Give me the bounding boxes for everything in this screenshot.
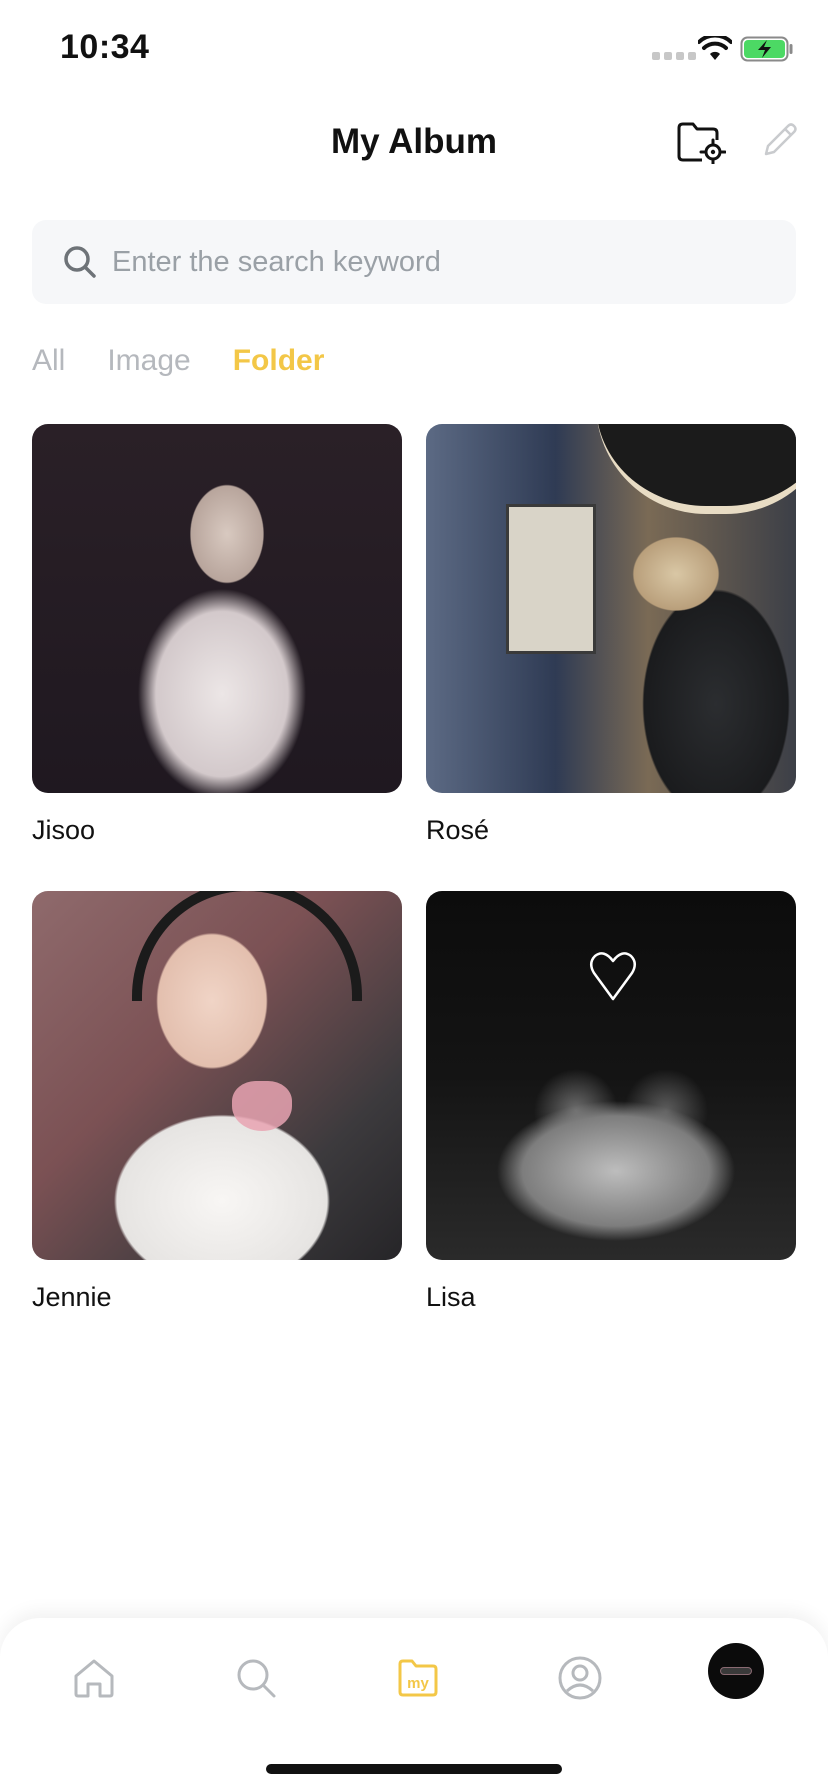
wifi-icon [698,36,732,60]
folder-card-jisoo[interactable]: Jisoo [32,424,402,846]
search-bar[interactable] [32,220,796,304]
thumbnail-detail [596,424,796,514]
status-bar: 10:34 [0,0,828,100]
folder-thumbnail[interactable] [32,891,402,1260]
thumbnail-detail [506,504,596,654]
folder-label: Jisoo [32,815,96,845]
avatar[interactable] [708,1643,764,1699]
search-icon [64,246,96,278]
edit-button[interactable] [760,120,804,164]
home-indicator [266,1764,562,1774]
thumbnail-detail [132,891,362,1001]
pencil-icon [764,123,797,156]
heart-icon [590,952,636,1001]
header: My Album [0,100,828,186]
folder-thumbnail[interactable] [32,424,402,793]
svg-text:my: my [407,1675,429,1692]
folder-card-rose[interactable]: Rosé [426,424,796,846]
battery-charging-icon [740,36,793,62]
nav-search[interactable] [226,1648,286,1708]
folder-gear-icon [677,122,727,166]
folder-label: Lisa [426,1282,476,1312]
search-input[interactable] [112,220,772,304]
folder-card-jennie[interactable]: Jennie [32,891,402,1313]
folder-settings-button[interactable] [676,120,727,166]
my-folder-icon: my [398,1659,438,1697]
folder-thumbnail[interactable] [426,424,796,793]
filter-tabs: All Image Folder [32,344,324,378]
status-time: 10:34 [60,28,150,66]
search-icon [237,1659,276,1698]
tab-image[interactable]: Image [107,344,190,378]
avatar-logo [720,1667,752,1675]
profile-icon [558,1656,602,1700]
folder-thumbnail[interactable] [426,891,796,1260]
folder-card-lisa[interactable]: Lisa [426,891,796,1313]
nav-my-album[interactable]: my [388,1648,448,1708]
folder-label: Rosé [426,815,490,845]
cellular-signal-icon [652,52,696,60]
tab-all[interactable]: All [32,344,65,378]
nav-profile[interactable] [550,1648,610,1708]
nav-home[interactable] [64,1648,124,1708]
tab-folder[interactable]: Folder [233,344,325,378]
home-icon [74,1659,114,1698]
thumbnail-detail [232,1081,292,1131]
folder-label: Jennie [32,1282,112,1312]
